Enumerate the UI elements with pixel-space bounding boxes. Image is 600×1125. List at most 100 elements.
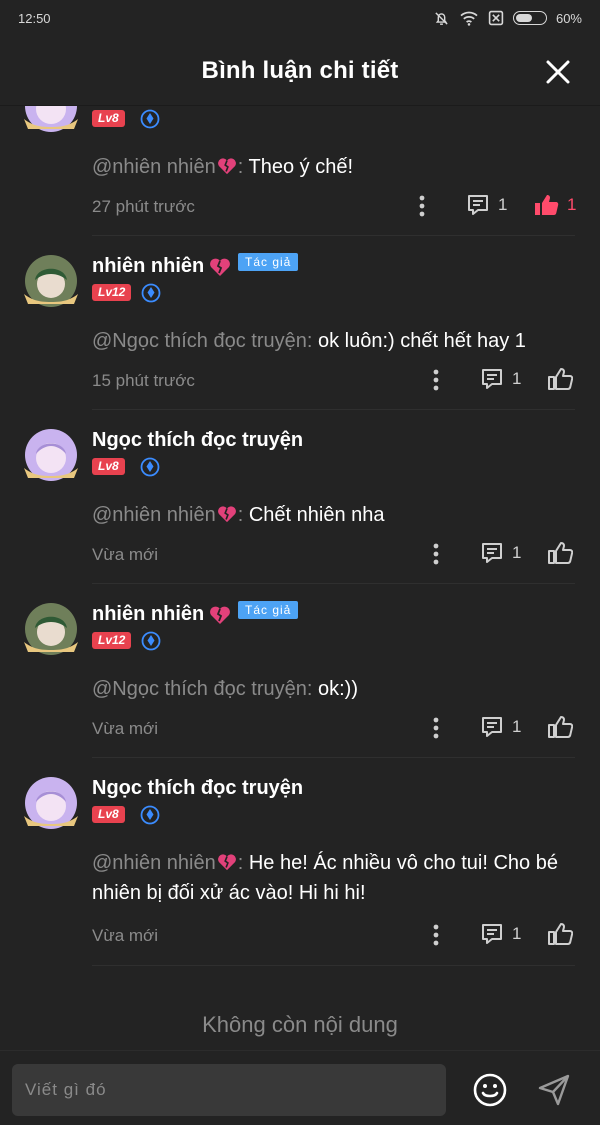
avatar[interactable] (20, 772, 82, 834)
verify-icon (140, 805, 160, 825)
mute-bell-icon (435, 11, 448, 25)
like-icon (548, 542, 573, 564)
comment-time: 27 phút trước (92, 197, 195, 216)
emoji-icon[interactable] (472, 1072, 508, 1108)
broken-heart-icon (217, 506, 236, 523)
close-icon[interactable] (544, 58, 572, 86)
avatar[interactable] (20, 250, 82, 312)
more-icon[interactable] (432, 543, 440, 565)
comment-time: Vừa mới (92, 719, 158, 738)
more-icon[interactable] (432, 924, 440, 946)
reply-icon (482, 717, 502, 737)
broken-heart-icon (210, 606, 231, 624)
battery-fill (515, 14, 532, 22)
reply-button[interactable]: 1 (480, 367, 521, 391)
avatar[interactable] (20, 106, 82, 137)
comment-text: @Ngọc thích đọc truyện: ok:)) (92, 674, 570, 704)
like-button[interactable] (547, 921, 573, 947)
reply-icon (468, 195, 488, 215)
comment-time: Vừa mới (92, 545, 158, 564)
reply-count: 1 (512, 369, 522, 388)
comment-body: Theo ý chế! (248, 156, 354, 178)
broken-heart-icon (217, 854, 236, 871)
user-name[interactable]: Ngọc thích đọc truyện (92, 777, 303, 800)
comment-item: nhiên nhiên Tác giả Lv12 @Ngọc thích đọc… (0, 236, 600, 410)
comment-time: 15 phút trước (92, 371, 195, 390)
comment-item: Lv8 @nhiên nhiên: Theo ý chế! 27 phút tr… (0, 106, 600, 236)
status-time: 12:50 (18, 10, 51, 26)
like-button[interactable] (547, 366, 573, 392)
comment-body: ok luôn:) chết hết hay 1 (317, 330, 526, 352)
level-badge: Lv8 (92, 806, 125, 823)
mention[interactable]: @nhiên nhiên (92, 156, 216, 178)
user-name[interactable]: Ngọc thích đọc truyện (92, 429, 303, 452)
broken-heart-icon (217, 158, 236, 175)
level-badge: Lv12 (92, 632, 132, 649)
comment-item: Ngọc thích đọc truyện Lv8 @nhiên nhiên: … (0, 758, 600, 966)
mention[interactable]: @Ngọc thích đọc truyện: (92, 678, 312, 700)
broken-heart-icon (210, 258, 231, 276)
level-badge: Lv12 (92, 284, 132, 301)
wifi-icon (460, 11, 478, 26)
author-tag: Tác giả (238, 601, 299, 619)
more-icon[interactable] (418, 195, 426, 217)
like-button[interactable]: 1 (533, 193, 576, 217)
mention[interactable]: @nhiên nhiên (92, 852, 216, 874)
more-icon[interactable] (432, 369, 440, 391)
reply-count: 1 (512, 924, 522, 943)
reply-button[interactable]: 1 (480, 922, 521, 946)
verify-icon (141, 631, 161, 651)
comment-input[interactable] (12, 1064, 446, 1116)
more-icon[interactable] (432, 717, 440, 739)
level-badge: Lv8 (92, 458, 125, 475)
verify-icon (140, 109, 160, 129)
like-button[interactable] (547, 714, 573, 740)
avatar[interactable] (20, 598, 82, 660)
user-name[interactable]: nhiên nhiên (92, 603, 232, 626)
comment-text: @Ngọc thích đọc truyện: ok luôn:) chết h… (92, 326, 570, 356)
like-icon (548, 716, 573, 738)
verify-icon (141, 283, 161, 303)
header: Bình luận chi tiết (0, 36, 600, 106)
comment-body: Chết nhiên nha (248, 504, 385, 526)
level-badge: Lv8 (92, 110, 125, 127)
reply-icon (482, 924, 502, 944)
status-bar: 12:50 60% (0, 0, 600, 36)
verify-icon (140, 457, 160, 477)
reply-button[interactable]: 1 (480, 715, 521, 739)
comment-text: @nhiên nhiên: Chết nhiên nha (92, 504, 385, 526)
end-of-list-text: Không còn nội dung (202, 1012, 398, 1037)
like-icon (548, 923, 573, 945)
reply-icon (482, 543, 502, 563)
sim-icon (488, 10, 504, 26)
avatar[interactable] (20, 424, 82, 486)
author-tag: Tác giả (238, 253, 299, 271)
status-icons: 60% (433, 10, 582, 27)
like-count: 1 (567, 195, 577, 214)
like-icon (535, 195, 559, 215)
reply-button[interactable]: 1 (466, 193, 507, 217)
reply-icon (482, 369, 502, 389)
reply-count: 1 (512, 543, 522, 562)
reply-count: 1 (498, 195, 508, 214)
comment-input-bar (0, 1050, 600, 1125)
send-icon[interactable] (536, 1072, 572, 1108)
comment-text: @nhiên nhiên: He he! Ác nhiều vô cho tui… (92, 852, 558, 904)
like-button[interactable] (547, 540, 573, 566)
comment-item: Ngọc thích đọc truyện Lv8 @nhiên nhiên: … (0, 410, 600, 584)
page-title: Bình luận chi tiết (201, 56, 399, 84)
divider (92, 965, 575, 966)
battery-icon (512, 11, 547, 25)
mention[interactable]: @Ngọc thích đọc truyện: (92, 330, 312, 352)
reply-button[interactable]: 1 (480, 541, 521, 565)
comment-time: Vừa mới (92, 926, 158, 945)
mention[interactable]: @nhiên nhiên (92, 504, 216, 526)
comment-item: nhiên nhiên Tác giả Lv12 @Ngọc thích đọc… (0, 584, 600, 758)
comment-text: @nhiên nhiên: Theo ý chế! (92, 156, 354, 178)
comment-body: ok:)) (317, 678, 358, 700)
like-icon (548, 368, 573, 390)
user-name[interactable]: nhiên nhiên (92, 255, 232, 278)
comment-list[interactable]: Lv8 @nhiên nhiên: Theo ý chế! 27 phút tr… (0, 106, 600, 1050)
reply-count: 1 (512, 717, 522, 736)
battery-percent: 60% (555, 10, 582, 26)
